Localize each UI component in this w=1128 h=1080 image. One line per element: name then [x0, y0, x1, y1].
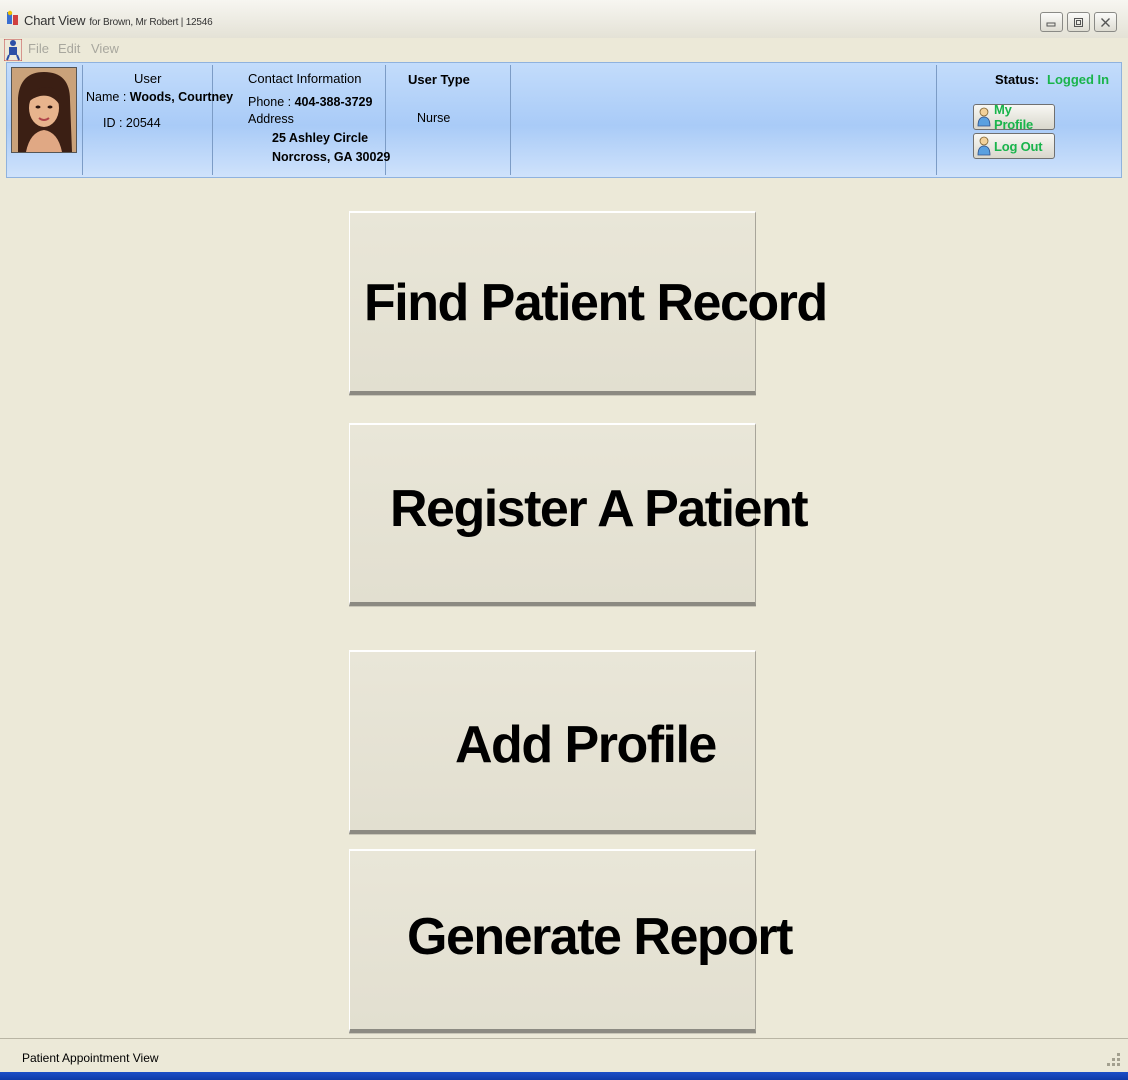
- user-name-row: Name : Woods, Courtney: [86, 90, 233, 104]
- phone-label: Phone :: [248, 95, 292, 109]
- generate-report-label: Generate Report: [407, 908, 793, 966]
- app-icon: [7, 10, 18, 25]
- divider: [936, 65, 937, 175]
- user-name-label: Name :: [86, 90, 127, 104]
- window-title: Chart View for Brown, Mr Robert | 12546: [24, 13, 213, 28]
- user-type-value: Nurse: [417, 111, 451, 125]
- register-patient-button[interactable]: Register A Patient: [349, 423, 809, 606]
- menu-file[interactable]: File: [28, 41, 49, 56]
- find-patient-record-label: Find Patient Record: [364, 274, 828, 332]
- address-label: Address: [248, 112, 294, 126]
- my-profile-label: My Profile: [993, 102, 1034, 132]
- restore-button[interactable]: [1067, 12, 1090, 32]
- generate-report-button[interactable]: Generate Report: [349, 849, 793, 1033]
- find-patient-record-button[interactable]: Find Patient Record: [349, 211, 828, 395]
- user-info-panel: User Name : Woods, Courtney ID : 20544 C…: [6, 62, 1122, 178]
- user-name-value: Woods, Courtney: [129, 90, 234, 104]
- system-menu-icon[interactable]: [4, 39, 22, 61]
- close-button[interactable]: [1094, 12, 1117, 32]
- user-id: ID : 20544: [103, 116, 161, 130]
- close-icon: [1101, 17, 1110, 27]
- divider: [510, 65, 511, 175]
- register-patient-label: Register A Patient: [390, 480, 809, 538]
- menu-view[interactable]: View: [91, 41, 119, 56]
- log-out-button[interactable]: Log Out: [973, 133, 1055, 159]
- minimize-icon: [1046, 22, 1056, 26]
- address-line-2: Norcross, GA 30029: [272, 150, 391, 164]
- add-profile-label: Add Profile: [455, 716, 717, 774]
- menu-bar: File Edit View: [0, 38, 1128, 62]
- divider: [82, 65, 83, 175]
- user-icon: [977, 107, 991, 127]
- menu-edit[interactable]: Edit: [58, 41, 80, 56]
- user-heading: User: [134, 71, 162, 86]
- user-photo: [12, 68, 76, 152]
- window-title-text: Chart View: [24, 13, 86, 28]
- resize-grip-icon[interactable]: [1100, 1051, 1122, 1069]
- taskbar-edge: [0, 1072, 1128, 1080]
- log-out-label: Log Out: [994, 138, 1043, 154]
- address-line-1: 25 Ashley Circle: [272, 131, 369, 145]
- title-bar: Chart View for Brown, Mr Robert | 12546: [0, 0, 1128, 39]
- status-badge: Logged In: [1047, 72, 1110, 87]
- phone-value: 404-388-3729: [294, 95, 373, 109]
- my-profile-button[interactable]: My Profile: [973, 102, 1055, 132]
- add-profile-button[interactable]: Add Profile: [349, 650, 756, 834]
- window-subtitle: for Brown, Mr Robert | 12546: [89, 17, 213, 28]
- restore-icon: [1074, 17, 1083, 27]
- status-bar: Patient Appointment View: [0, 1038, 1128, 1073]
- avatar: [11, 67, 77, 153]
- user-type-heading: User Type: [408, 72, 470, 87]
- contact-heading: Contact Information: [248, 71, 362, 86]
- status-bar-text: Patient Appointment View: [22, 1051, 159, 1065]
- divider: [212, 65, 213, 175]
- user-icon: [977, 136, 991, 156]
- phone-row: Phone : 404-388-3729: [248, 95, 372, 109]
- status-label: Status:: [995, 72, 1040, 87]
- minimize-button[interactable]: [1040, 12, 1063, 32]
